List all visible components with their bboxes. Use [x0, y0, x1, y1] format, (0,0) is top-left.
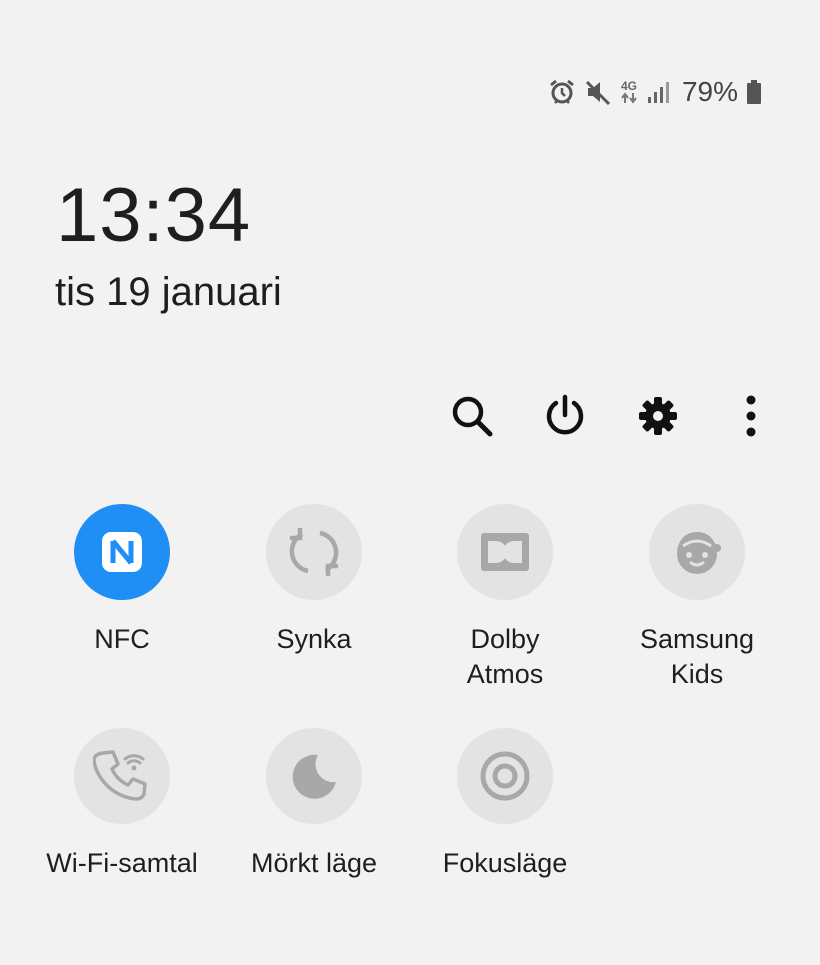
tile-samsung-kids-toggle[interactable] [649, 504, 745, 600]
label-line-2: Atmos [466, 659, 544, 689]
tile-sync-toggle[interactable] [266, 504, 362, 600]
tile-dolby-atmos-toggle[interactable] [457, 504, 553, 600]
power-button[interactable] [541, 392, 589, 440]
tile-wifi-calling[interactable]: Wi-Fi-samtal [26, 728, 218, 881]
label-line-1: Dolby [470, 624, 540, 654]
tile-wifi-calling-label: Wi-Fi-samtal [46, 848, 198, 878]
tile-focus-mode-toggle[interactable] [457, 728, 553, 824]
status-bar: 4G 79% [548, 76, 762, 108]
label-line-1: Samsung [639, 624, 755, 654]
sync-icon [289, 528, 339, 576]
more-options-icon [746, 395, 756, 437]
mute-icon [584, 78, 612, 106]
dolby-atmos-icon [481, 533, 529, 571]
tile-dark-mode-toggle[interactable] [266, 728, 362, 824]
tile-sync-label: Synka [276, 624, 352, 654]
tile-focus-mode[interactable]: Fokusläge [409, 728, 601, 881]
tile-dark-mode-label: Mörkt läge [250, 848, 378, 878]
clock-date: tis 19 januari [55, 270, 282, 314]
tile-dark-mode[interactable]: Mörkt läge [218, 728, 410, 881]
network-type-label: 4G [620, 78, 637, 93]
settings-icon [639, 397, 677, 435]
power-icon [546, 394, 584, 435]
label-line-2: Kids [670, 659, 724, 689]
dark-mode-icon [292, 754, 336, 799]
clock-time: 13:34 [56, 173, 252, 258]
tile-nfc-toggle[interactable] [74, 504, 170, 600]
tile-wifi-calling-toggle[interactable] [74, 728, 170, 824]
search-icon [452, 396, 493, 437]
search-button[interactable] [448, 392, 496, 440]
alarm-icon [548, 78, 576, 106]
focus-mode-icon [480, 751, 530, 801]
tile-nfc[interactable]: NFC [26, 504, 218, 657]
tile-dolby-atmos[interactable]: Dolby Atmos [409, 504, 601, 692]
network-4g-icon: 4G [620, 78, 638, 104]
wifi-calling-icon [93, 750, 147, 801]
nfc-icon [102, 532, 142, 572]
tile-sync[interactable]: Synka [218, 504, 410, 657]
more-options-button[interactable] [727, 392, 775, 440]
tile-nfc-label: NFC [94, 624, 150, 654]
signal-icon [646, 79, 670, 105]
quick-panel-actions [448, 392, 775, 440]
tile-dolby-atmos-label: Dolby Atmos [409, 622, 601, 692]
battery-percent: 79% [681, 76, 738, 107]
tile-focus-mode-label: Fokusläge [442, 848, 568, 878]
battery-icon [746, 79, 762, 105]
samsung-kids-icon [677, 532, 721, 574]
tile-samsung-kids-label: Samsung Kids [601, 622, 793, 692]
settings-button[interactable] [634, 392, 682, 440]
tile-samsung-kids[interactable]: Samsung Kids [601, 504, 793, 692]
